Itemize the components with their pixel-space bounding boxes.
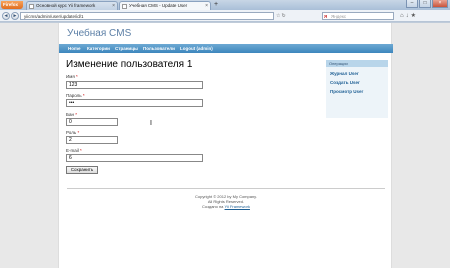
- footer-powered: Создано на Yii Framework: [202, 204, 250, 209]
- search-engine-icon[interactable]: Я: [324, 13, 327, 20]
- tab-label: Основной курс Yii framework: [36, 3, 96, 8]
- firefox-menu-button[interactable]: Firefox: [1, 1, 23, 9]
- menu-home[interactable]: Home: [68, 44, 81, 53]
- operations-sidebar: Операции Журнал User Создать User Просмо…: [326, 60, 388, 118]
- sidebar-title: Операции: [326, 60, 388, 67]
- new-tab-button[interactable]: +: [214, 1, 218, 9]
- reload-icon[interactable]: ↻: [281, 13, 286, 19]
- close-tab-icon[interactable]: ×: [112, 2, 115, 10]
- window-controls: – □ ×: [406, 0, 448, 9]
- address-bar[interactable]: yiicms/admin/user/update/id/1: [20, 12, 274, 20]
- main-menu: Home Категории Страницы Пользователи Log…: [59, 44, 393, 53]
- tab-update-user[interactable]: Учебная CMS - Update User ×: [119, 1, 211, 10]
- menu-logout[interactable]: Logout (admin): [180, 44, 213, 53]
- email-field[interactable]: 6: [66, 154, 203, 162]
- role-label: Роль *: [66, 130, 80, 135]
- menu-pages[interactable]: Страницы: [115, 44, 138, 53]
- browser-titlebar: Firefox Основной курс Yii framework × Уч…: [0, 0, 450, 10]
- menu-categories[interactable]: Категории: [87, 44, 110, 53]
- tab-label: Учебная CMS - Update User: [129, 3, 188, 8]
- ban-label: Бан *: [66, 112, 77, 117]
- site-title: Учебная CMS: [67, 28, 132, 39]
- back-arrow-icon[interactable]: ◄: [2, 12, 10, 20]
- sidebar-link-view-user[interactable]: Просмотр User: [330, 89, 363, 94]
- page-favicon-icon: [122, 4, 127, 9]
- browser-navbar: ◄ ► yiicms/admin/user/update/id/1 ☆↻ Я Я…: [0, 10, 450, 22]
- page-container: Учебная CMS Home Категории Страницы Поль…: [58, 23, 393, 268]
- close-window-icon[interactable]: ×: [432, 0, 448, 8]
- maximize-icon[interactable]: □: [419, 0, 431, 8]
- footer-divider: [67, 188, 385, 189]
- page-viewport: Учебная CMS Home Категории Страницы Поль…: [0, 23, 450, 268]
- sidebar-link-create-user[interactable]: Создать User: [330, 80, 360, 85]
- search-input[interactable]: Я Яндекс: [322, 12, 394, 20]
- forward-arrow-icon[interactable]: ►: [11, 12, 19, 20]
- text-cursor-icon: I: [150, 120, 152, 127]
- name-label: Имя *: [66, 74, 78, 79]
- toolbar-icons: ⌂↓★: [400, 12, 418, 20]
- password-label: Пароль *: [66, 93, 85, 98]
- search-placeholder: Яндекс: [331, 14, 347, 19]
- email-label: E-mail *: [66, 148, 82, 153]
- save-button[interactable]: Сохранить: [66, 166, 98, 174]
- bookmark-icon[interactable]: ★: [411, 13, 418, 19]
- role-field[interactable]: 2: [66, 136, 118, 144]
- page-title: Изменение пользователя 1: [66, 59, 193, 70]
- tab-yii-course[interactable]: Основной курс Yii framework ×: [26, 1, 118, 10]
- page-favicon-icon: [29, 4, 34, 9]
- menu-users[interactable]: Пользователи: [143, 44, 175, 53]
- name-field[interactable]: 123: [66, 81, 203, 89]
- minimize-icon[interactable]: –: [406, 0, 418, 8]
- yii-framework-link[interactable]: Yii Framework: [225, 204, 250, 209]
- close-tab-icon[interactable]: ×: [205, 2, 208, 10]
- ban-field[interactable]: 0: [66, 118, 118, 126]
- url-actions: ☆↻: [276, 12, 287, 20]
- password-field[interactable]: •••: [66, 99, 203, 107]
- sidebar-link-user-log[interactable]: Журнал User: [330, 71, 359, 76]
